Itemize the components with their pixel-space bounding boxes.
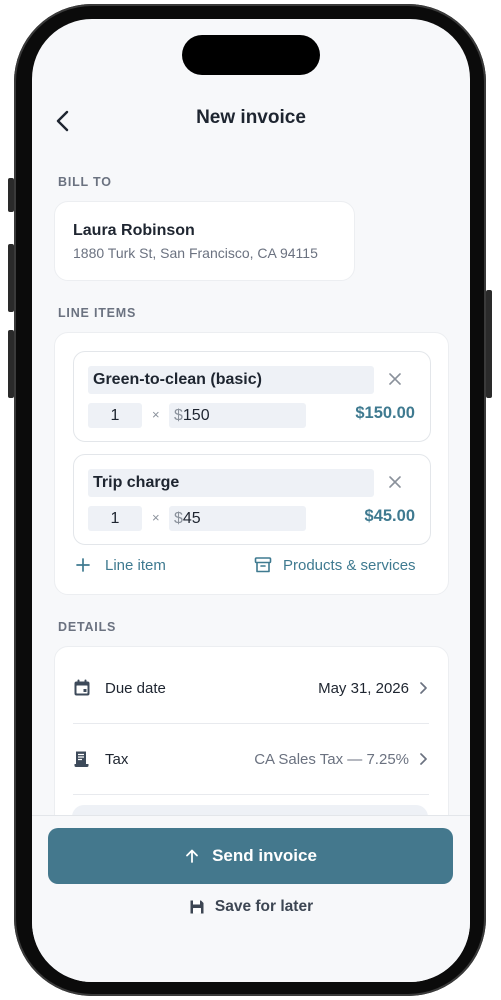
line-item: Green-to-clean (basic) 1 × $150 $150.00 (73, 351, 431, 442)
due-date-row[interactable]: Due date May 31, 2026 (73, 653, 429, 723)
client-name: Laura Robinson (73, 222, 195, 239)
line-items-label: LINE ITEMS (58, 306, 137, 320)
send-invoice-button[interactable]: Send invoice (48, 828, 453, 884)
line-item-total: $150.00 (355, 404, 415, 422)
power-button (486, 290, 492, 398)
app-screen: New invoice BILL TO Laura Robinson 1880 … (32, 19, 470, 982)
tax-row[interactable]: Tax CA Sales Tax — 7.25% (73, 724, 429, 794)
unit-price-input[interactable]: $150 (169, 403, 306, 428)
nav-header: New invoice (32, 103, 470, 139)
tax-value: CA Sales Tax — 7.25% (254, 750, 409, 768)
close-icon (389, 373, 401, 385)
remove-line-item-button[interactable] (388, 475, 402, 489)
details-label: DETAILS (58, 620, 117, 634)
calendar-icon (74, 679, 90, 696)
client-card[interactable]: Laura Robinson 1880 Turk St, San Francis… (54, 201, 355, 281)
products-services-label: Products & services (283, 556, 416, 574)
due-date-value: May 31, 2026 (318, 679, 409, 697)
arrow-up-icon (186, 849, 198, 863)
archive-box-icon (254, 557, 272, 573)
unit-price-value: 150 (182, 407, 210, 424)
products-services-button[interactable]: Products & services (253, 554, 416, 576)
client-address: 1880 Turk St, San Francisco, CA 94115 (73, 245, 318, 261)
line-items-card: Green-to-clean (basic) 1 × $150 $150.00 … (54, 332, 449, 595)
receipt-icon (74, 751, 89, 767)
line-item-total: $45.00 (364, 507, 415, 525)
plus-icon (76, 558, 90, 572)
quantity-input[interactable]: 1 (88, 403, 142, 428)
chevron-right-icon (420, 682, 427, 694)
page-title: New invoice (196, 107, 306, 128)
add-line-item-button[interactable]: Line item (75, 554, 166, 576)
bill-to-label: BILL TO (58, 175, 112, 189)
tax-label: Tax (105, 750, 129, 768)
due-date-label: Due date (105, 679, 166, 697)
unit-price-input[interactable]: $45 (169, 506, 306, 531)
send-invoice-label: Send invoice (212, 846, 317, 865)
line-item-name-input[interactable]: Trip charge (88, 469, 374, 497)
multiply-sign: × (152, 407, 160, 422)
save-disk-icon (190, 900, 204, 914)
multiply-sign: × (152, 510, 160, 525)
save-for-later-label: Save for later (214, 898, 314, 915)
line-item-name-input[interactable]: Green-to-clean (basic) (88, 366, 374, 394)
dynamic-island (182, 35, 320, 75)
close-icon (389, 476, 401, 488)
chevron-right-icon (420, 753, 427, 765)
currency-symbol: $ (174, 407, 183, 424)
bottom-action-bar: Send invoice Save for later (32, 815, 470, 982)
row-divider (73, 794, 429, 795)
unit-price-value: 45 (182, 510, 201, 527)
currency-symbol: $ (174, 510, 183, 527)
add-line-item-label: Line item (105, 556, 166, 574)
quantity-input[interactable]: 1 (88, 506, 142, 531)
remove-line-item-button[interactable] (388, 372, 402, 386)
line-item: Trip charge 1 × $45 $45.00 (73, 454, 431, 545)
save-for-later-button[interactable]: Save for later (32, 898, 470, 916)
